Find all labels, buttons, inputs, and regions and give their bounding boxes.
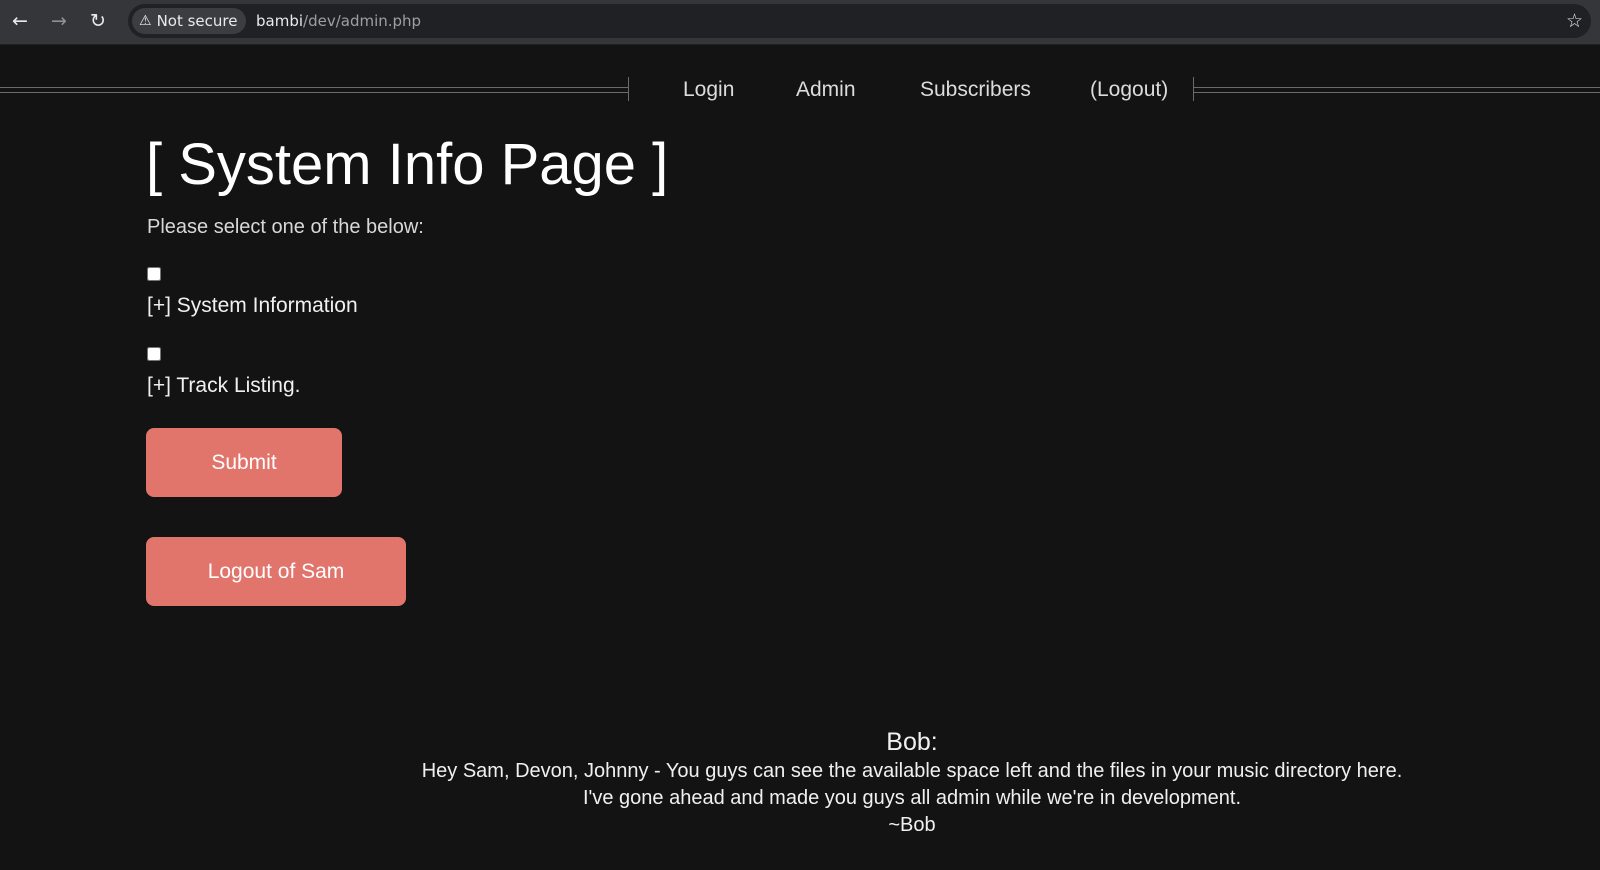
- back-button[interactable]: ←: [6, 7, 34, 35]
- nav-link-subscribers[interactable]: Subscribers: [920, 75, 1031, 105]
- page-title: [ System Info Page ]: [146, 132, 669, 197]
- site-nav: Login Admin Subscribers (Logout): [0, 75, 1600, 105]
- reload-icon: ↻: [90, 10, 106, 32]
- system-information-label[interactable]: [+] System Information: [147, 292, 358, 320]
- star-icon[interactable]: ☆: [1566, 9, 1583, 33]
- browser-toolbar: ← → ↻ ⚠ Not secure bambi/dev/admin.php ☆: [0, 0, 1600, 45]
- nav-link-logout[interactable]: (Logout): [1090, 75, 1168, 105]
- security-label: Not secure: [156, 12, 238, 30]
- nav-divider-right: [1194, 87, 1600, 93]
- url-path: /dev/admin.php: [303, 12, 422, 30]
- warning-icon: ⚠: [139, 13, 152, 29]
- url-host: bambi: [256, 12, 304, 30]
- nav-link-login[interactable]: Login: [683, 75, 734, 105]
- reload-button[interactable]: ↻: [84, 7, 112, 35]
- page-subtitle: Please select one of the below:: [147, 216, 424, 238]
- nav-divider-left: [0, 87, 628, 93]
- note-signature: ~Bob: [888, 814, 936, 836]
- logout-button[interactable]: Logout of Sam: [146, 537, 406, 606]
- nav-divider-tick: [628, 77, 629, 101]
- url-text[interactable]: bambi/dev/admin.php: [256, 4, 421, 38]
- note-line: I've gone ahead and made you guys all ad…: [582, 787, 1242, 809]
- submit-button[interactable]: Submit: [146, 428, 342, 497]
- address-bar[interactable]: ⚠ Not secure bambi/dev/admin.php ☆: [128, 4, 1591, 38]
- track-listing-checkbox[interactable]: [147, 347, 161, 361]
- arrow-left-icon: ←: [12, 10, 28, 32]
- forward-button[interactable]: →: [45, 7, 73, 35]
- note-author: Bob:: [886, 728, 938, 756]
- security-indicator[interactable]: ⚠ Not secure: [132, 8, 247, 34]
- arrow-right-icon: →: [51, 10, 67, 32]
- nav-link-admin[interactable]: Admin: [796, 75, 856, 105]
- system-information-checkbox[interactable]: [147, 267, 161, 281]
- page-content: Login Admin Subscribers (Logout) [ Syste…: [0, 45, 1600, 870]
- developer-note: Bob: Hey Sam, Devon, Johnny - You guys c…: [400, 726, 1424, 839]
- note-line: Hey Sam, Devon, Johnny - You guys can se…: [421, 760, 1403, 782]
- track-listing-label[interactable]: [+] Track Listing.: [147, 372, 300, 400]
